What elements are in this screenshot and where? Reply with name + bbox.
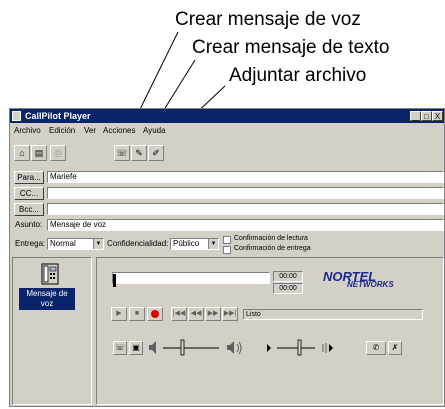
privacy-select[interactable]: Público ▼	[170, 238, 219, 250]
privacy-label: Confidencialidad:	[107, 239, 169, 248]
delivery-receipt-label: Confirmación de entrega	[234, 245, 311, 252]
go-start-button[interactable]: |◀◀	[171, 307, 187, 321]
subject-field[interactable]: Mensaje de voz	[47, 219, 444, 231]
attachments-panel: Mensaje de voz	[12, 257, 92, 405]
progress-track[interactable]	[112, 272, 270, 287]
speaker-low-icon	[149, 341, 156, 354]
delivery-value: Normal	[50, 239, 76, 248]
logo-bottom: NETWORKS	[347, 280, 394, 289]
stop-icon: ■	[134, 310, 140, 317]
text-message-icon: ✎	[135, 148, 143, 158]
read-receipt-checkbox[interactable]	[223, 236, 231, 244]
maximize-button[interactable]: □	[421, 111, 432, 121]
subject-label: Asunto:	[15, 220, 43, 229]
play-icon: ▶	[116, 310, 122, 317]
attach-file-button[interactable]: ✐	[148, 145, 164, 161]
monitor-icon: ▣	[132, 343, 140, 352]
play-button[interactable]: ▶	[111, 307, 127, 321]
disconnect-button[interactable]: ✗	[388, 341, 402, 355]
app-icon	[12, 111, 21, 121]
menu-bar: Archivo Edición Ver Acciones Ayuda	[10, 124, 444, 137]
print-button[interactable]: ⎙	[50, 145, 66, 161]
attach-file-icon: ✐	[152, 148, 160, 158]
length-time: 00:00	[273, 283, 303, 294]
delivery-label: Entrega:	[15, 239, 46, 248]
voice-attachment-item[interactable]: Mensaje de voz	[15, 260, 89, 310]
phone-mode-button[interactable]: ☏	[113, 341, 127, 355]
cc-button[interactable]: CC...	[14, 187, 44, 200]
home-button[interactable]: ⌂	[14, 145, 30, 161]
record-icon	[151, 310, 159, 318]
rewind-icon: ◀◀	[190, 310, 202, 317]
status-text: Listo	[246, 311, 261, 318]
skip-end-icon: ▶▶|	[223, 310, 237, 317]
call-icon: ✆	[372, 343, 380, 352]
minimize-button[interactable]: _	[410, 111, 421, 121]
stop-button[interactable]: ■	[129, 307, 145, 321]
print-icon: ⎙	[54, 148, 62, 158]
privacy-value: Público	[173, 239, 200, 248]
skip-start-icon: |◀◀	[172, 310, 186, 317]
attachment-label: Mensaje de voz	[19, 288, 75, 310]
to-field[interactable]: Mariefe	[47, 171, 444, 183]
go-end-button[interactable]: ▶▶|	[222, 307, 238, 321]
save-button[interactable]: ▤	[31, 145, 47, 161]
status-field: Listo	[243, 309, 423, 320]
create-text-message-button[interactable]: ✎	[131, 145, 147, 161]
read-receipt-label: Confirmación de lectura	[234, 235, 308, 242]
menu-archivo[interactable]: Archivo	[14, 124, 41, 137]
voice-message-icon: ☏	[116, 148, 128, 158]
record-button[interactable]	[147, 307, 163, 321]
delivery-select[interactable]: Normal ▼	[47, 238, 104, 250]
nortel-logo: NORTEL NETWORKS	[323, 269, 413, 291]
callpilot-window: CallPilot Player _ □ X Archivo Edición V…	[9, 108, 445, 407]
menu-ayuda[interactable]: Ayuda	[143, 124, 166, 137]
to-button[interactable]: Para...	[14, 171, 44, 184]
bcc-field[interactable]	[47, 203, 444, 215]
speed-slow-icon	[267, 344, 271, 352]
window-title: CallPilot Player	[25, 111, 91, 121]
record-volume-thumb	[297, 339, 302, 356]
disconnect-icon: ✗	[391, 343, 399, 352]
phone-icon	[41, 263, 59, 285]
cc-field[interactable]	[47, 187, 444, 199]
playback-volume-thumb	[180, 339, 185, 356]
speed-fast-icon	[322, 343, 333, 353]
chevron-down-icon: ▼	[93, 239, 103, 249]
player-panel: 00:00 00:00 NORTEL NETWORKS ▶ ■ |◀◀ ◀◀ ▶…	[96, 257, 444, 405]
progress-thumb[interactable]	[113, 274, 116, 287]
position-time: 00:00	[273, 271, 303, 282]
rewind-button[interactable]: ◀◀	[188, 307, 204, 321]
call-sender-button[interactable]: ✆	[366, 341, 386, 355]
create-voice-message-button[interactable]: ☏	[114, 145, 130, 161]
computer-mode-button[interactable]: ▣	[129, 341, 143, 355]
speaker-high-icon	[227, 341, 242, 355]
menu-acciones[interactable]: Acciones	[103, 124, 135, 137]
menu-ver[interactable]: Ver	[84, 124, 96, 137]
fast-forward-icon: ▶▶	[207, 310, 219, 317]
chevron-down-icon: ▼	[208, 239, 218, 249]
fast-forward-button[interactable]: ▶▶	[205, 307, 221, 321]
menu-edicion[interactable]: Edición	[49, 124, 75, 137]
volume-controls[interactable]	[147, 338, 357, 358]
delivery-receipt-checkbox[interactable]	[223, 246, 231, 254]
save-icon: ▤	[34, 148, 44, 158]
home-icon: ⌂	[19, 148, 25, 158]
close-button[interactable]: X	[432, 111, 443, 121]
title-bar[interactable]: CallPilot Player _ □ X	[10, 109, 444, 123]
phone-icon: ☏	[114, 343, 125, 352]
bcc-button[interactable]: Bcc...	[14, 203, 44, 216]
